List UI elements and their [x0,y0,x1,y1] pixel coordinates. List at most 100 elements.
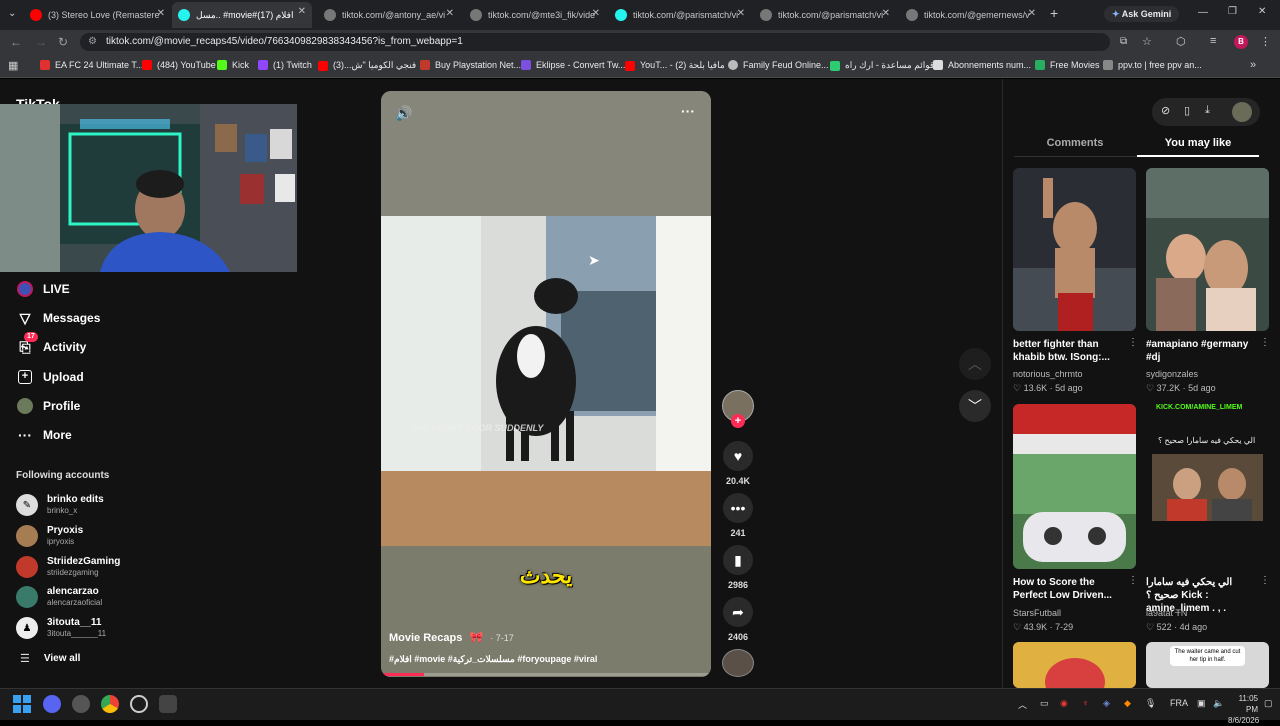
following-account[interactable]: ✎ brinko edits brinko_x [16,494,104,516]
media-control-icon[interactable]: ≡ [1210,35,1216,47]
video-thumbnail[interactable] [1013,168,1136,331]
close-icon[interactable]: ✕ [592,8,600,19]
following-account[interactable]: Pryoxis ipryoxis [16,525,83,547]
card-title[interactable]: #amapiano #germany #dj [1146,338,1258,364]
browser-tab-2[interactable]: مسل.. #movie#افلام (17) ✕ [172,2,312,28]
volume-tray-icon[interactable]: 🔈 [1213,698,1224,709]
bookmark-item[interactable]: Buy Playstation Net... [420,60,521,70]
browser-tab-4[interactable]: tiktok.com/@mte3i_fik/vide ✕ [470,4,600,26]
new-tab-button[interactable]: + [1050,5,1058,21]
card-more-icon[interactable]: ⋮ [1128,337,1138,348]
following-account[interactable]: ♟ 3itouta__11 3itouta______11 [16,617,106,639]
card-author[interactable]: StarsFutball [1013,608,1061,618]
close-window-icon[interactable]: ✕ [1258,6,1266,17]
card-more-icon[interactable]: ⋮ [1128,575,1138,586]
tray-app-icon[interactable]: ◉ [1060,698,1068,709]
app-grid-icon[interactable] [159,695,177,713]
tray-app-icon[interactable]: ▭ [1040,698,1049,709]
browser-tab-3[interactable]: tiktok.com/@antony_ae/vi ✕ [324,4,454,26]
chrome-icon[interactable] [101,695,119,713]
card-title[interactable]: How to Score the Perfect Low Driven... [1013,576,1125,602]
bookmark-item[interactable]: Abonnements num... [933,60,1031,70]
language-indicator[interactable]: FRA [1170,698,1188,708]
site-info-icon[interactable]: ⚙ [88,33,97,51]
video-hashtags[interactable]: #افلام #movie #مسلسلات_تركية #foryoupage… [389,654,597,665]
tray-chevron-icon[interactable]: ︿ [1018,698,1027,711]
browser-tab-1[interactable]: (3) Stereo Love (Remastere ✕ [30,4,165,26]
bookmark-item[interactable]: Family Feud Online... [728,60,829,70]
volume-icon[interactable]: 🔊 [395,105,412,122]
card-author[interactable]: sydigonzales [1146,369,1198,379]
forward-arrow-icon[interactable]: → [35,35,47,49]
browser-tab-7[interactable]: tiktok.com/@gemernews/v ✕ [906,4,1036,26]
card-title[interactable]: better fighter than khabib btw. ISong:..… [1013,338,1125,364]
nav-activity[interactable]: ⎘ 17 Activity [16,332,86,356]
view-all-link[interactable]: ☰ View all [16,652,80,665]
card-more-icon[interactable]: ⋮ [1260,575,1270,586]
close-icon[interactable]: ✕ [1028,8,1036,19]
settings-gear-icon[interactable] [72,695,90,713]
video-player[interactable]: 🔊 ··· THE FRONT DOOR SUDDENLY يحدث Movie… [381,91,711,677]
tab-search-icon[interactable]: ⌄ [8,8,16,19]
download-icon[interactable]: ⤓ [1205,104,1210,117]
bookmark-item[interactable]: ppv.to | free ppv an... [1103,60,1202,70]
extensions-icon[interactable]: ⬡ [1176,35,1186,48]
following-account[interactable]: alencarzao alencarzaoficial [16,586,102,608]
video-thumbnail[interactable] [1013,404,1136,569]
nav-messages[interactable]: ▽ Messages [16,309,101,327]
next-video-button[interactable]: ﹀ [959,390,991,422]
maximize-icon[interactable]: ❐ [1228,6,1237,17]
network-icon[interactable]: ▣ [1197,698,1206,709]
more-options-icon[interactable]: ··· [681,103,695,119]
taskbar-clock[interactable]: 11:05 PM 8/6/2026 [1228,693,1259,726]
back-arrow-icon[interactable]: ← [10,35,22,49]
nav-profile[interactable]: Profile [16,397,80,415]
bookmark-item[interactable]: Kick [217,60,249,70]
nav-more[interactable]: ··· More [16,426,72,444]
reload-icon[interactable]: ↻ [58,35,68,49]
discord-tray-icon[interactable]: ◈ [1103,698,1110,709]
video-thumbnail[interactable]: KICK.COM/AMINE_LIMEM الي يحكي فيه سامارا… [1146,404,1269,569]
video-thumbnail[interactable] [1146,168,1269,331]
close-icon[interactable]: ✕ [882,8,890,19]
video-thumbnail[interactable] [1013,642,1136,688]
compass-icon[interactable]: ⊘ [1161,104,1170,117]
browser-menu-icon[interactable]: ⋮ [1260,35,1271,48]
previous-video-button[interactable]: ︿ [959,348,991,380]
card-author[interactable]: notorious_chrmto [1013,369,1083,379]
nav-upload[interactable]: + Upload [16,368,84,386]
ask-gemini-button[interactable]: ✦ Ask Gemini [1104,6,1180,22]
bookmark-item[interactable]: قوائم مساعدة - ارك راه... [830,60,942,71]
card-author[interactable]: la9atat TN [1146,608,1187,618]
following-account[interactable]: StriidezGaming striidezgaming [16,556,120,578]
bookmark-item[interactable]: (484) YouTube [142,60,216,70]
bookmark-star-icon[interactable]: ☆ [1142,35,1152,48]
share-button[interactable]: ➦ [723,597,753,627]
close-icon[interactable]: ✕ [298,6,306,17]
install-app-icon[interactable]: ⧉ [1120,36,1127,47]
discord-icon[interactable] [43,695,61,713]
follow-plus-icon[interactable]: + [731,414,745,428]
nav-live[interactable]: LIVE [16,280,70,298]
save-button[interactable]: ▮ [723,545,753,575]
tray-app-icon[interactable]: ◆ [1124,698,1131,709]
close-icon[interactable]: ✕ [737,8,745,19]
bookmark-item[interactable]: فنجي الكوميا "ش...(3) [318,60,416,71]
tab-you-may-like[interactable]: You may like [1137,137,1259,149]
video-progress-track[interactable] [381,673,711,676]
windows-start-icon[interactable] [13,695,31,713]
avatar[interactable] [1232,102,1252,122]
browser-tab-5[interactable]: tiktok.com/@parismatch/vi ✕ [615,4,745,26]
bookmark-item[interactable]: Free Movies [1035,60,1100,70]
obs-icon[interactable] [130,695,148,713]
bookmark-item[interactable]: Eklipse - Convert Tw... [521,60,625,70]
bookmark-item[interactable]: (1) Twitch [258,60,312,70]
close-icon[interactable]: ✕ [446,8,454,19]
microphone-icon[interactable]: 🎙 [1145,698,1156,709]
url-field[interactable]: ⚙ tiktok.com/@movie_recaps45/video/76634… [80,33,1110,51]
sound-disc-icon[interactable] [722,649,754,677]
profile-avatar[interactable]: B [1234,35,1248,49]
like-button[interactable]: ♥ [723,441,753,471]
minimize-icon[interactable]: — [1198,7,1208,18]
tray-app-icon[interactable]: ♆ [1082,698,1089,708]
